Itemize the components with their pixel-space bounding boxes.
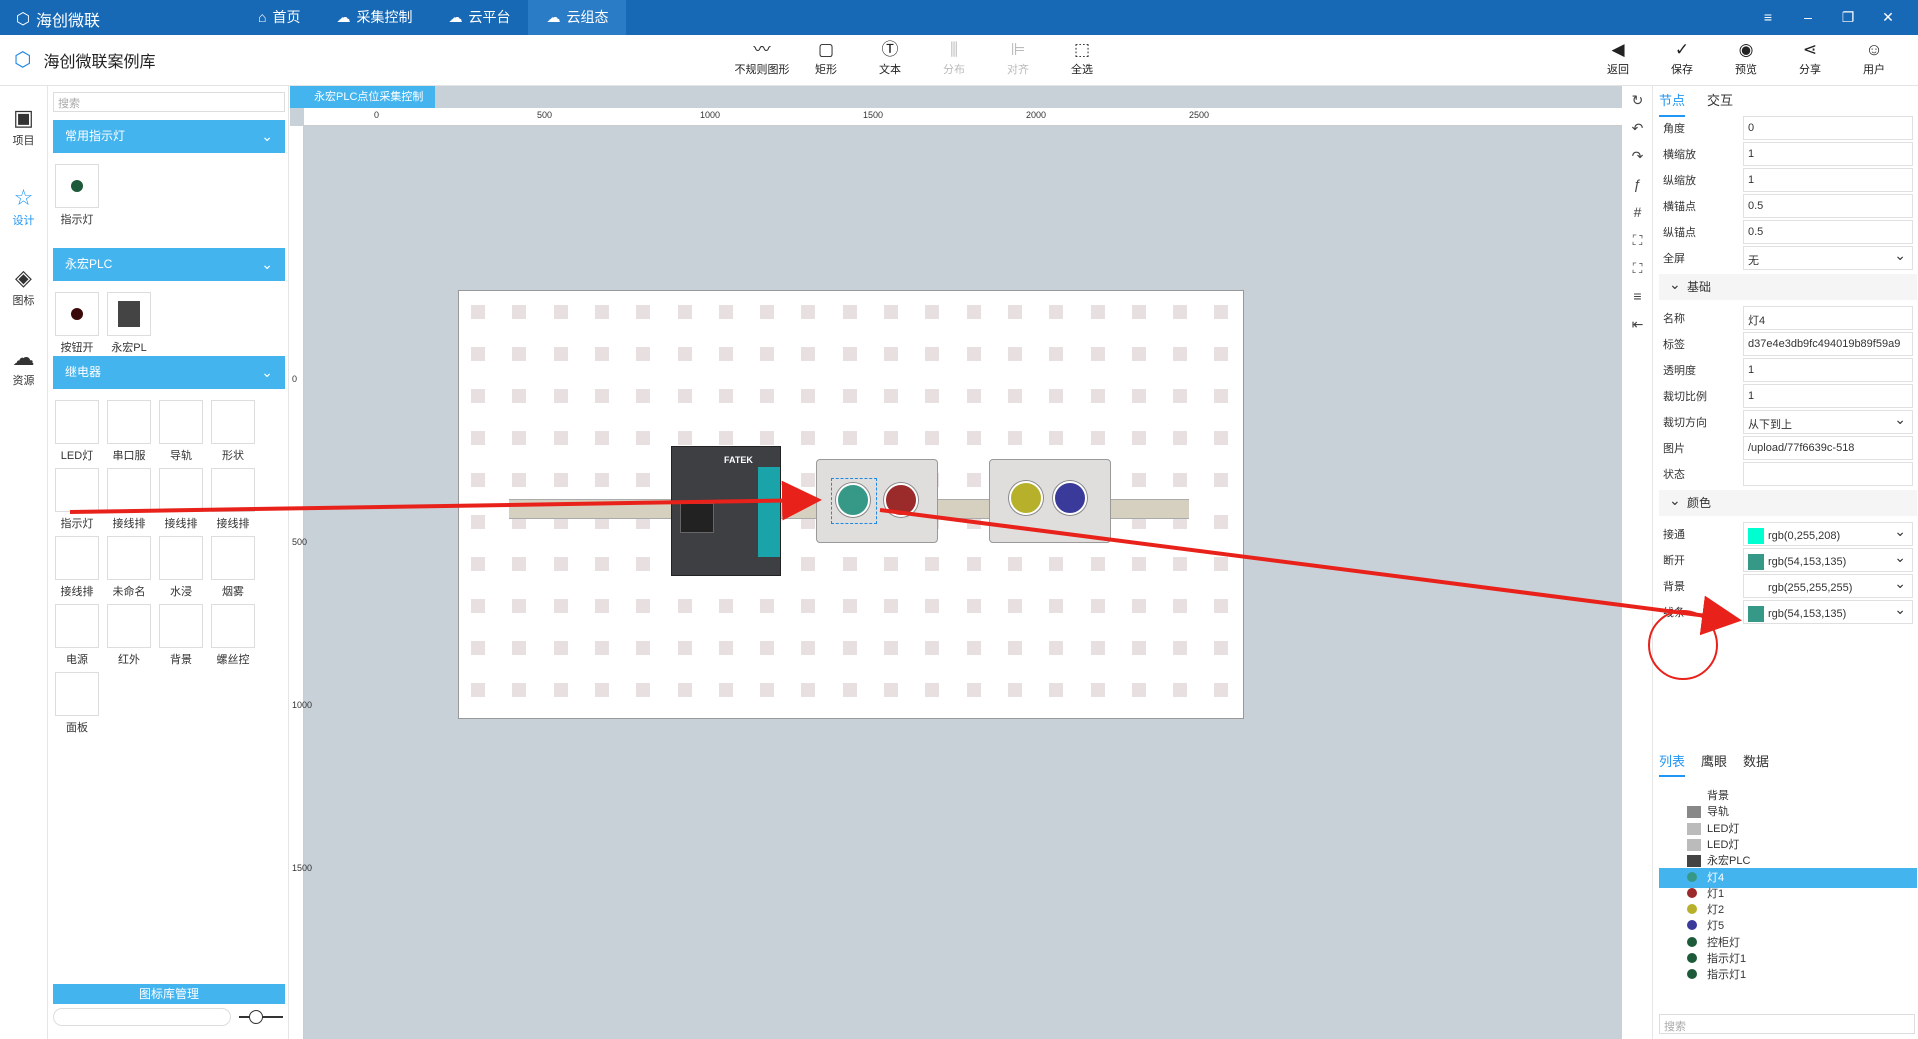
annotation-arrow — [879, 508, 1742, 636]
annotation-overlay — [69, 480, 1742, 680]
annotation-circle — [1648, 610, 1718, 680]
annotation-arrow — [69, 480, 822, 521]
